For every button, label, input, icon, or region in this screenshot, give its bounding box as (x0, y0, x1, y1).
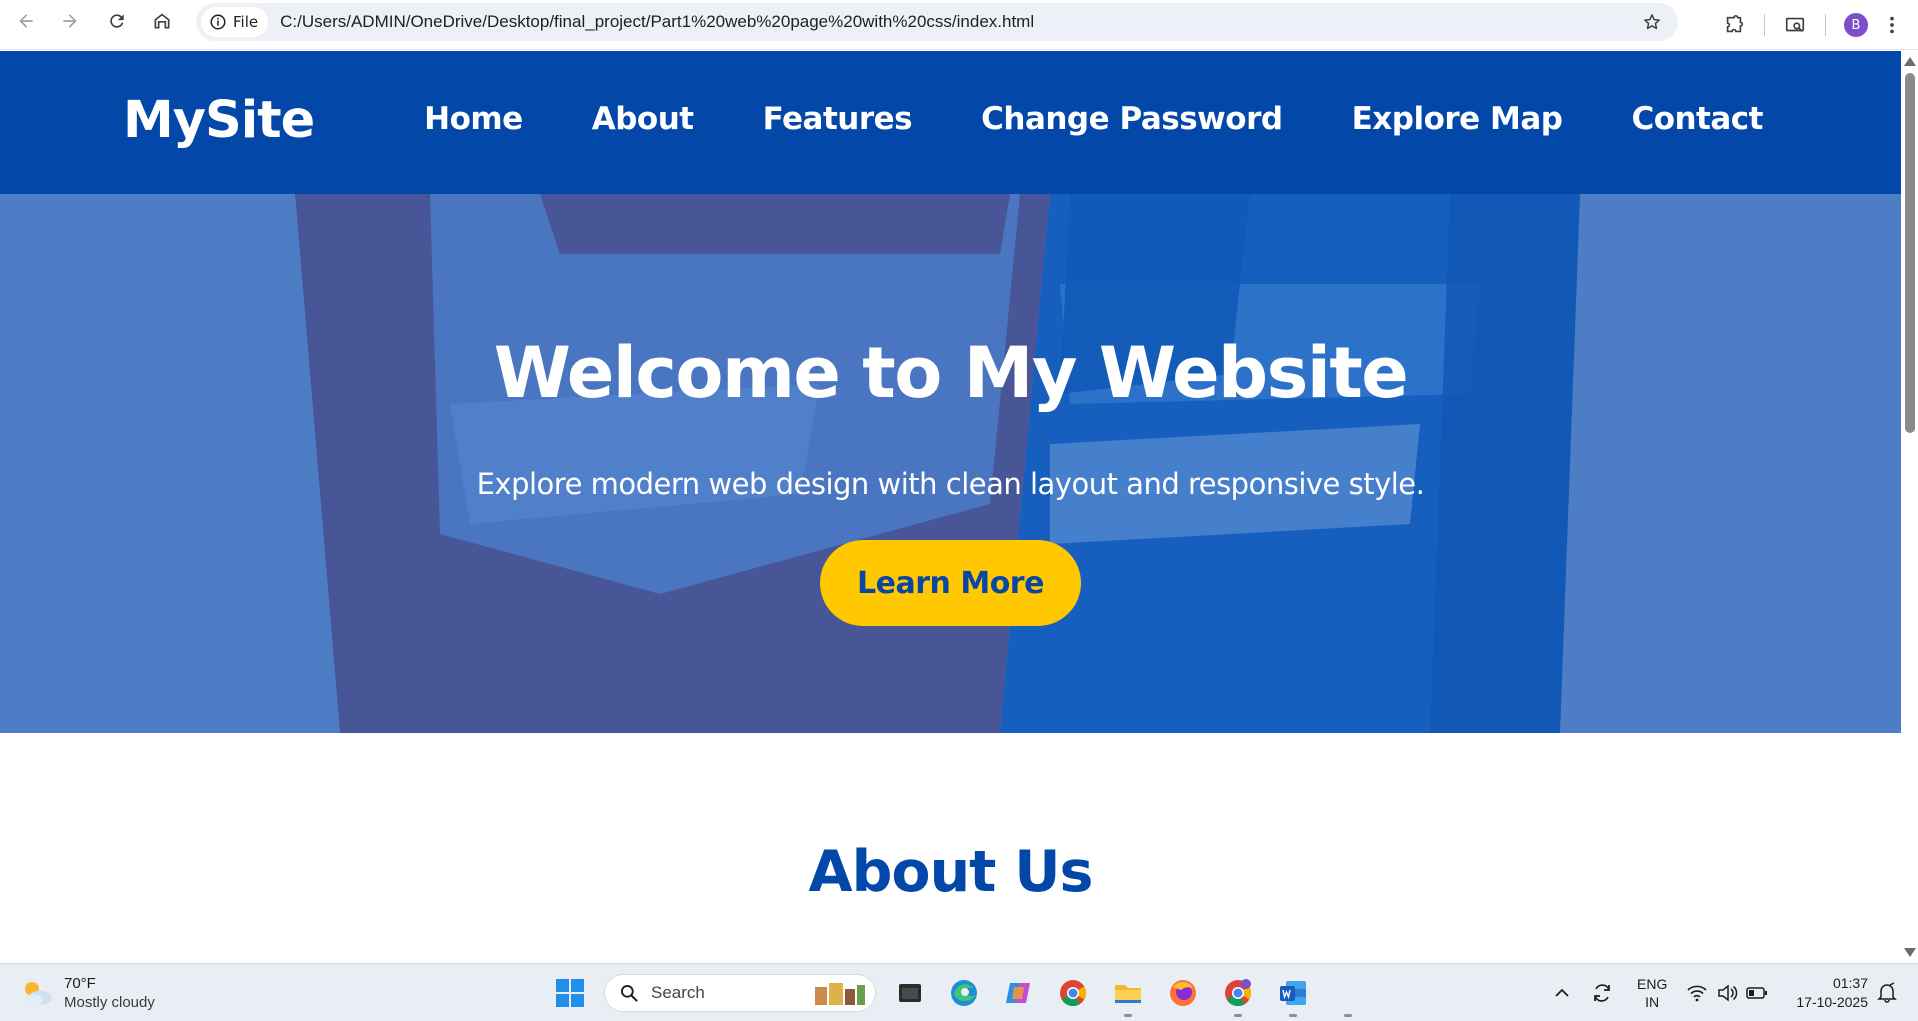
extensions-button[interactable] (1716, 7, 1752, 43)
word-running-indicator (1289, 1014, 1297, 1017)
taskbar-search[interactable] (604, 974, 876, 1012)
main-nav: Home About Features Change Password Expl… (424, 101, 1763, 137)
site-chip-label: File (233, 13, 259, 31)
back-button[interactable] (8, 3, 44, 39)
toolbar-right: B (1716, 7, 1918, 43)
learn-more-button[interactable]: Learn More (820, 540, 1081, 626)
overflow-running-indicator (1344, 1014, 1352, 1017)
clock-time: 01:37 (1832, 975, 1868, 991)
menu-button[interactable] (1874, 7, 1910, 43)
language-indicator[interactable]: ENG IN (1637, 975, 1667, 1011)
arrow-left-icon (19, 14, 33, 28)
site-info-chip[interactable]: File (201, 7, 269, 37)
search-input[interactable] (651, 983, 801, 1003)
nav-contact[interactable]: Contact (1631, 101, 1763, 137)
clock-date: 17-10-2025 (1796, 994, 1868, 1010)
puzzle-icon (1726, 15, 1744, 33)
copilot-icon[interactable] (1002, 977, 1034, 1009)
windows-start-icon[interactable] (555, 978, 585, 1008)
chevron-up-icon[interactable] (1553, 984, 1571, 1002)
arrow-right-icon (63, 14, 77, 28)
weather-text: 70°F Mostly cloudy (64, 974, 155, 1012)
taskbar: 70°F Mostly cloudy Search ENG IN 01:37 1… (0, 963, 1918, 1021)
home-icon (154, 13, 170, 29)
reload-button[interactable] (99, 3, 135, 39)
url-text[interactable]: C:/Users/ADMIN/OneDrive/Desktop/final_pr… (280, 12, 1034, 32)
weather-widget[interactable]: 70°F Mostly cloudy (20, 974, 155, 1012)
chrome-icon[interactable] (1057, 977, 1089, 1009)
screen-search-icon (1785, 17, 1805, 33)
cloudy-weather-icon (25, 982, 52, 1006)
page-viewport: MySite Home About Features Change Passwo… (0, 51, 1918, 963)
folder-running-indicator (1124, 1014, 1132, 1017)
page-scrollbar[interactable] (1901, 51, 1918, 963)
word-icon[interactable] (1277, 977, 1309, 1009)
chrome-running-indicator (1234, 1014, 1242, 1017)
search-highlight-icon (815, 983, 865, 1005)
weather-temp: 70°F (64, 975, 96, 992)
system-clock[interactable]: 01:37 17-10-2025 (1796, 974, 1868, 1012)
bookmark-star-icon[interactable] (1642, 12, 1662, 32)
hero-content: Welcome to My Website Explore modern web… (0, 194, 1901, 733)
site-logo[interactable]: MySite (123, 91, 315, 150)
toolbar-divider (1825, 14, 1826, 36)
weather-condition: Mostly cloudy (64, 994, 155, 1011)
lens-button[interactable] (1777, 7, 1813, 43)
volume-icon[interactable] (1716, 983, 1738, 1003)
nav-about[interactable]: About (592, 101, 694, 137)
folder-icon[interactable] (1112, 977, 1144, 1009)
site-header: MySite Home About Features Change Passwo… (0, 51, 1901, 194)
home-button[interactable] (144, 3, 180, 39)
reload-icon (110, 14, 124, 28)
avatar: B (1844, 13, 1868, 37)
battery-icon[interactable] (1746, 985, 1768, 1001)
nav-change-password[interactable]: Change Password (981, 101, 1283, 137)
language-code: ENG (1637, 976, 1668, 992)
nav-features[interactable]: Features (763, 101, 913, 137)
browser-toolbar: File C:/Users/ADMIN/OneDrive/Desktop/fin… (0, 0, 1918, 50)
hero-section: Welcome to My Website Explore modern web… (0, 194, 1901, 733)
nav-explore-map[interactable]: Explore Map (1352, 101, 1563, 137)
sync-icon[interactable] (1590, 981, 1614, 1005)
toolbar-divider (1764, 14, 1765, 36)
firefox-icon[interactable] (1167, 977, 1199, 1009)
nav-home[interactable]: Home (424, 101, 523, 137)
scroll-down-arrow-icon[interactable] (1904, 948, 1916, 957)
hero-subtitle: Explore modern web design with clean lay… (476, 467, 1425, 501)
search-icon (621, 985, 638, 1002)
address-bar[interactable]: File C:/Users/ADMIN/OneDrive/Desktop/fin… (196, 3, 1678, 41)
chrome-profile-icon[interactable] (1222, 977, 1254, 1009)
notification-bell-icon[interactable] (1876, 981, 1898, 1003)
edge-icon[interactable] (948, 977, 980, 1009)
wifi-icon[interactable] (1686, 983, 1708, 1003)
file-explorer-icon[interactable] (894, 977, 926, 1009)
scroll-thumb[interactable] (1905, 73, 1915, 433)
info-icon (210, 14, 226, 30)
scroll-up-arrow-icon[interactable] (1904, 57, 1916, 66)
about-title: About Us (808, 839, 1094, 905)
forward-button[interactable] (52, 3, 88, 39)
profile-button[interactable]: B (1838, 7, 1874, 43)
kebab-menu-icon (1890, 16, 1894, 34)
language-region: IN (1645, 994, 1660, 1010)
hero-title: Welcome to My Website (493, 332, 1409, 414)
